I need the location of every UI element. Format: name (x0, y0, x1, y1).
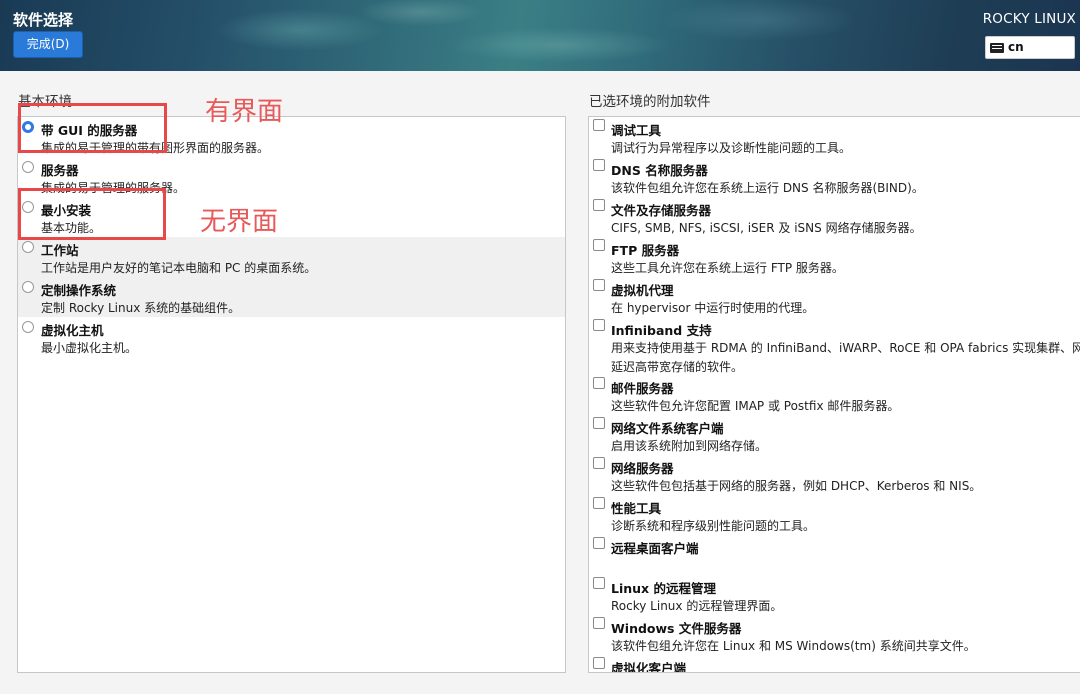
checkbox[interactable] (593, 577, 605, 589)
addon-item-guest-agents[interactable]: 虚拟机代理 在 hypervisor 中运行时使用的代理。 (589, 277, 1080, 317)
header-banner: 软件选择 完成(D) ROCKY LINUX cn (0, 0, 1080, 71)
addon-desc: 该软件包组允许您在 Linux 和 MS Windows(tm) 系统间共享文件… (611, 639, 976, 653)
addon-name: 虚拟化客户端 (611, 661, 687, 673)
addon-item-network-server[interactable]: 网络服务器 这些软件包包括基于网络的服务器，例如 DHCP、Kerberos 和… (589, 455, 1080, 495)
checkbox[interactable] (593, 279, 605, 291)
checkbox[interactable] (593, 417, 605, 429)
env-desc: 最小虚拟化主机。 (41, 341, 138, 355)
addon-item-dns-server[interactable]: DNS 名称服务器 该软件包组允许您在系统上运行 DNS 名称服务器(BIND)… (589, 157, 1080, 197)
addon-name: 远程桌面客户端 (611, 541, 699, 556)
addon-name: 虚拟机代理 (611, 283, 674, 298)
addon-desc: CIFS, SMB, NFS, iSCSI, iSER 及 iSNS 网络存储服… (611, 221, 922, 235)
env-desc: 定制 Rocky Linux 系统的基础组件。 (41, 301, 241, 315)
addon-item-debug-tools[interactable]: 调试工具 调试行为异常程序以及诊断性能问题的工具。 (589, 117, 1080, 157)
addon-desc: 调试行为异常程序以及诊断性能问题的工具。 (611, 141, 852, 155)
env-name: 虚拟化主机 (41, 323, 104, 338)
addon-item-ftp-server[interactable]: FTP 服务器 这些工具允许您在系统上运行 FTP 服务器。 (589, 237, 1080, 277)
annotation-gui-label: 有界面 (205, 97, 284, 127)
addon-item-file-storage-server[interactable]: 文件及存储服务器 CIFS, SMB, NFS, iSCSI, iSER 及 i… (589, 197, 1080, 237)
addon-name: FTP 服务器 (611, 243, 680, 258)
addon-item-windows-file-server[interactable]: Windows 文件服务器 该软件包组允许您在 Linux 和 MS Windo… (589, 615, 1080, 655)
env-name: 定制操作系统 (41, 283, 117, 298)
keyboard-layout-label: cn (1008, 40, 1024, 54)
addon-desc-line2: 延迟高带宽存储的软件。 (611, 360, 744, 374)
addon-desc: 在 hypervisor 中运行时使用的代理。 (611, 301, 815, 315)
addon-name: 邮件服务器 (611, 381, 674, 396)
addon-name: Linux 的远程管理 (611, 581, 716, 596)
addon-desc: 诊断系统和程序级别性能问题的工具。 (611, 519, 816, 533)
addon-name: DNS 名称服务器 (611, 163, 708, 178)
addon-item-virtualization-client[interactable]: 虚拟化客户端 (589, 655, 1080, 673)
env-item-virtualization-host[interactable]: 虚拟化主机 最小虚拟化主机。 (18, 317, 565, 357)
radio-button[interactable] (22, 161, 34, 173)
annotation-nogui-label: 无界面 (200, 207, 279, 237)
addon-name: 调试工具 (611, 123, 662, 138)
env-item-custom-os[interactable]: 定制操作系统 定制 Rocky Linux 系统的基础组件。 (18, 277, 565, 317)
addon-desc: 这些工具允许您在系统上运行 FTP 服务器。 (611, 261, 844, 275)
page-title: 软件选择 (13, 11, 74, 29)
addon-desc: 这些软件包允许您配置 IMAP 或 Postfix 邮件服务器。 (611, 399, 900, 413)
env-desc: 工作站是用户友好的笔记本电脑和 PC 的桌面系统。 (41, 261, 317, 275)
done-button[interactable]: 完成(D) (13, 31, 83, 58)
addon-desc: 这些软件包包括基于网络的服务器，例如 DHCP、Kerberos 和 NIS。 (611, 479, 982, 493)
radio-button[interactable] (22, 281, 34, 293)
env-name: 工作站 (41, 243, 79, 258)
addon-desc: 启用该系统附加到网络存储。 (611, 439, 768, 453)
keyboard-layout-indicator[interactable]: cn (985, 36, 1075, 59)
addon-item-performance-tools[interactable]: 性能工具 诊断系统和程序级别性能问题的工具。 (589, 495, 1080, 535)
addon-name: 文件及存储服务器 (611, 203, 712, 218)
checkbox[interactable] (593, 159, 605, 171)
checkbox[interactable] (593, 199, 605, 211)
addon-item-linux-remote-management[interactable]: Linux 的远程管理 Rocky Linux 的远程管理界面。 (589, 575, 1080, 615)
product-name: ROCKY LINUX (982, 11, 1076, 27)
radio-button[interactable] (22, 241, 34, 253)
checkbox[interactable] (593, 497, 605, 509)
addon-desc: Rocky Linux 的远程管理界面。 (611, 599, 783, 613)
radio-button[interactable] (22, 321, 34, 333)
addon-name: 网络服务器 (611, 461, 674, 476)
addon-item-nfs-client[interactable]: 网络文件系统客户端 启用该系统附加到网络存储。 (589, 415, 1080, 455)
checkbox[interactable] (593, 537, 605, 549)
annotation-box-nogui (18, 188, 166, 240)
checkbox[interactable] (593, 377, 605, 389)
addon-name: 网络文件系统客户端 (611, 421, 724, 436)
addon-name: Windows 文件服务器 (611, 621, 742, 636)
addon-desc: 用来支持使用基于 RDMA 的 InfiniBand、iWARP、RoCE 和 … (611, 341, 1080, 355)
checkbox[interactable] (593, 119, 605, 131)
addons-title: 已选环境的附加软件 (589, 94, 711, 110)
checkbox[interactable] (593, 457, 605, 469)
addon-desc: 该软件包组允许您在系统上运行 DNS 名称服务器(BIND)。 (611, 181, 924, 195)
env-name: 服务器 (41, 163, 79, 178)
addon-item-infiniband[interactable]: Infiniband 支持 用来支持使用基于 RDMA 的 InfiniBand… (589, 317, 1080, 375)
keyboard-icon (990, 43, 1004, 53)
checkbox[interactable] (593, 657, 605, 669)
addon-item-remote-desktop-clients[interactable]: 远程桌面客户端 (589, 535, 1080, 575)
checkbox[interactable] (593, 617, 605, 629)
checkbox[interactable] (593, 319, 605, 331)
addons-list: 调试工具 调试行为异常程序以及诊断性能问题的工具。 DNS 名称服务器 该软件包… (588, 116, 1080, 673)
addon-name: 性能工具 (611, 501, 662, 516)
checkbox[interactable] (593, 239, 605, 251)
env-item-workstation[interactable]: 工作站 工作站是用户友好的笔记本电脑和 PC 的桌面系统。 (18, 237, 565, 277)
annotation-box-gui (18, 103, 167, 153)
addon-item-mail-server[interactable]: 邮件服务器 这些软件包允许您配置 IMAP 或 Postfix 邮件服务器。 (589, 375, 1080, 415)
addon-name: Infiniband 支持 (611, 323, 712, 338)
